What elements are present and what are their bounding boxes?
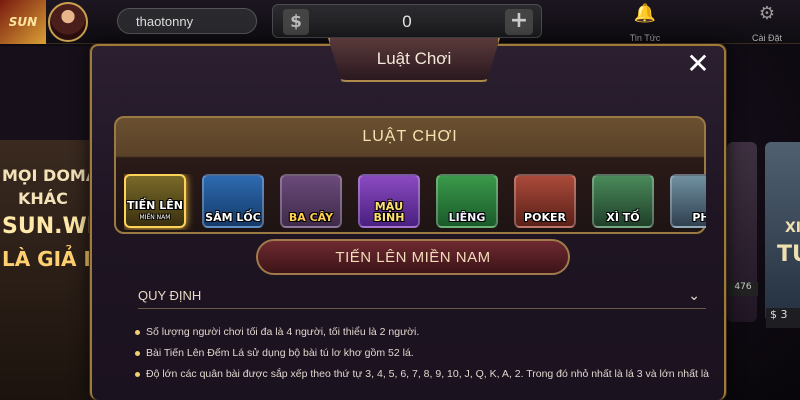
news-button[interactable]: 🔔 Tin Tức (615, 0, 675, 44)
game-tile-ba-cay[interactable]: BA CÂY (280, 174, 342, 228)
rules-list: Số lượng người chơi tối đa là 4 người, t… (132, 322, 712, 385)
app-logo: SUN (0, 0, 46, 44)
player-count: 476 (728, 282, 758, 296)
selected-game-banner: TIẾN LÊN MIỀN NAM (256, 239, 570, 275)
promo-line: MỌI DOMAI (2, 166, 92, 185)
balance-value: 0 (402, 12, 412, 31)
background-game-card: XI TU (765, 142, 800, 322)
game-selector-panel: LUẬT CHƠI TIẾN LÊN MIỀN NAM SÂM LỐC BA CÂ… (114, 116, 706, 234)
card-money: $ 3 (766, 308, 800, 328)
game-label: PH (692, 211, 706, 224)
game-tile-sam-loc[interactable]: SÂM LỐC (202, 174, 264, 228)
settings-button[interactable]: ⚙ Cài Đặt (737, 0, 797, 44)
balance-bar: $ 0 + (272, 4, 542, 38)
panel-title: LUẬT CHƠI (362, 128, 458, 145)
game-label: SÂM LỐC (205, 211, 261, 224)
game-tile-partial[interactable]: PH (670, 174, 706, 228)
list-item: Bài Tiến Lên Đếm Lá sử dụng bộ bài tú lơ… (132, 343, 712, 364)
game-tile-mau-binh[interactable]: MẬU BINH (358, 174, 420, 228)
promo-line: KHÁC (18, 189, 68, 208)
game-tile-poker[interactable]: POKER (514, 174, 576, 228)
modal-title: Luật Chơi (376, 49, 452, 68)
game-label: TIẾN LÊN MIỀN NAM (127, 199, 183, 221)
background-panel (0, 46, 92, 140)
game-lobby-screen: SUN thaotonny $ 0 + 🔔 Tin Tức ⚙ Cài Đặt … (0, 0, 800, 400)
promo-line: SUN.WI (2, 214, 92, 239)
bell-icon: 🔔 (633, 3, 657, 24)
promo-banner: MỌI DOMAI KHÁC SUN.WI LÀ GIẢ MẠ (0, 140, 92, 400)
promo-line: LÀ GIẢ MẠ (2, 247, 92, 271)
gear-icon: ⚙ (758, 3, 776, 24)
game-label: XÌ TỐ (606, 211, 640, 224)
add-funds-button[interactable]: + (505, 9, 533, 35)
game-label: LIÊNG (448, 211, 486, 224)
top-bar: SUN thaotonny $ 0 + 🔔 Tin Tức ⚙ Cài Đặt (0, 0, 800, 44)
news-label: Tin Tức (629, 33, 661, 43)
card-text: XI (785, 220, 800, 236)
rules-section-label: QUY ĐỊNH (138, 288, 202, 303)
game-tile-xi-to[interactable]: XÌ TỐ (592, 174, 654, 228)
game-label: MẬU BINH (373, 200, 405, 224)
card-text: TU (777, 242, 800, 267)
list-item: Độ lớn các quân bài được sắp xếp theo th… (132, 364, 712, 385)
dollar-icon: $ (283, 9, 309, 35)
modal-title-tab: Luật Chơi (328, 38, 500, 82)
avatar[interactable] (48, 2, 88, 42)
game-tile-tien-len[interactable]: TIẾN LÊN MIỀN NAM (124, 174, 186, 228)
game-label: BA CÂY (288, 211, 334, 224)
game-tile-lieng[interactable]: LIÊNG (436, 174, 498, 228)
close-icon: ✕ (686, 46, 710, 80)
rules-modal: Luật Chơi ✕ LUẬT CHƠI TIẾN LÊN MIỀN NAM S… (90, 38, 726, 400)
game-list: TIẾN LÊN MIỀN NAM SÂM LỐC BA CÂY MẬU BINH… (124, 174, 706, 230)
selected-game-title: TIẾN LÊN MIỀN NAM (335, 248, 491, 266)
settings-label: Cài Đặt (751, 33, 782, 43)
close-button[interactable]: ✕ (680, 46, 716, 80)
list-item: Số lượng người chơi tối đa là 4 người, t… (132, 322, 712, 343)
username-display: thaotonny (117, 8, 257, 34)
rules-section-header[interactable]: QUY ĐỊNH ⌄ (138, 283, 706, 309)
chevron-down-icon: ⌄ (688, 287, 700, 304)
game-label: POKER (524, 211, 566, 224)
